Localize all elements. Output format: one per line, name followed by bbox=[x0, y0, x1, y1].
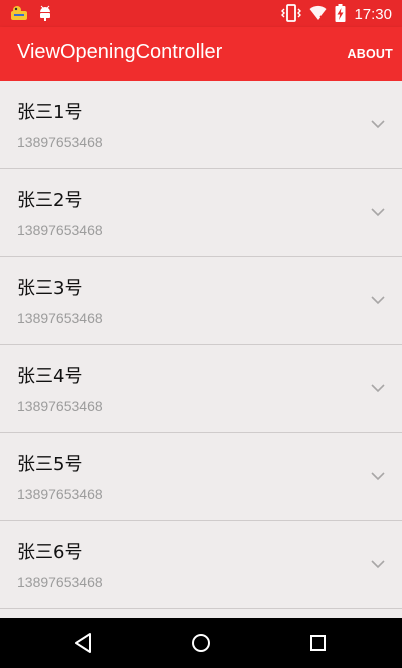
app-title: ViewOpeningController bbox=[17, 41, 223, 63]
contact-phone: 13897653468 bbox=[17, 574, 103, 590]
list-item[interactable]: 张三5号 13897653468 bbox=[0, 433, 402, 521]
back-icon[interactable] bbox=[71, 630, 97, 656]
list-item[interactable]: 张三6号 13897653468 bbox=[0, 521, 402, 609]
contact-name: 张三4号 bbox=[17, 366, 83, 387]
system-nav-bar bbox=[0, 618, 402, 668]
contact-name: 张三1号 bbox=[17, 102, 83, 123]
list-item-partial[interactable] bbox=[0, 609, 402, 618]
chevron-down-icon[interactable] bbox=[371, 119, 385, 129]
contact-phone: 13897653468 bbox=[17, 310, 103, 326]
battery-charging-icon bbox=[335, 4, 346, 26]
contact-phone: 13897653468 bbox=[17, 222, 103, 238]
contact-name: 张三2号 bbox=[17, 190, 83, 211]
chevron-down-icon[interactable] bbox=[371, 295, 385, 305]
chevron-down-icon[interactable] bbox=[371, 559, 385, 569]
wifi-icon bbox=[309, 5, 327, 25]
contact-phone: 13897653468 bbox=[17, 134, 103, 150]
list-item[interactable]: 张三3号 13897653468 bbox=[0, 257, 402, 345]
app-bar: ViewOpeningController ABOUT bbox=[0, 27, 402, 81]
list-item[interactable]: 张三2号 13897653468 bbox=[0, 169, 402, 257]
list-item[interactable]: 张三4号 13897653468 bbox=[0, 345, 402, 433]
contact-name: 张三5号 bbox=[17, 454, 83, 475]
recents-icon[interactable] bbox=[305, 630, 331, 656]
android-debug-icon bbox=[38, 5, 52, 25]
vibrate-icon bbox=[281, 4, 302, 26]
home-icon[interactable] bbox=[188, 630, 214, 656]
contact-list[interactable]: 张三1号 13897653468 张三2号 13897653468 张三3号 1… bbox=[0, 81, 402, 618]
contact-phone: 13897653468 bbox=[17, 398, 103, 414]
about-button[interactable]: ABOUT bbox=[348, 47, 393, 61]
status-bar: 17:30 bbox=[0, 0, 402, 27]
notification-app-icon bbox=[10, 5, 28, 25]
contact-name: 张三6号 bbox=[17, 542, 83, 563]
chevron-down-icon[interactable] bbox=[371, 471, 385, 481]
list-item[interactable]: 张三1号 13897653468 bbox=[0, 81, 402, 169]
chevron-down-icon[interactable] bbox=[371, 207, 385, 217]
contact-phone: 13897653468 bbox=[17, 486, 103, 502]
contact-name: 张三3号 bbox=[17, 278, 83, 299]
status-time: 17:30 bbox=[354, 6, 392, 23]
chevron-down-icon[interactable] bbox=[371, 383, 385, 393]
